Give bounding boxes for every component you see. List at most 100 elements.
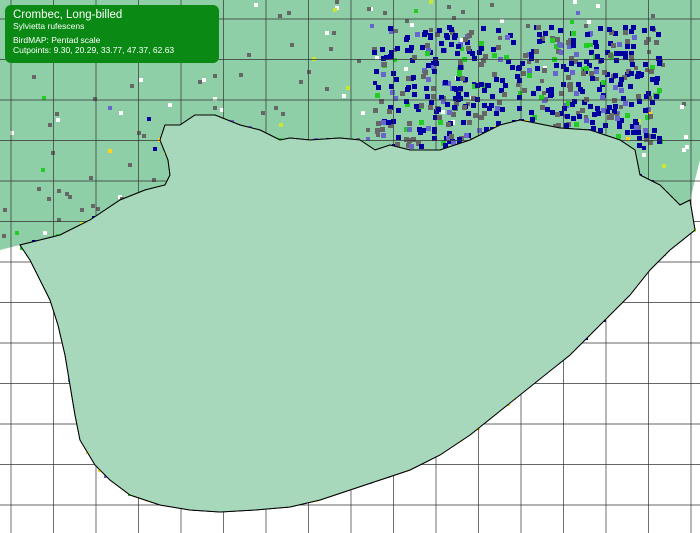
pentad-cell: [441, 110, 445, 114]
pentad-cell: [375, 93, 380, 98]
pentad-cell: [536, 86, 541, 91]
pentad-cell: [584, 118, 589, 123]
pentad-cell: [649, 69, 654, 74]
pentad-cell: [441, 48, 446, 53]
pentad-cell: [500, 107, 505, 112]
pentad-cell: [381, 120, 386, 125]
pentad-cell: [290, 43, 294, 47]
pentad-cell: [596, 4, 600, 8]
pentad-cell: [613, 104, 618, 109]
bird-distribution-map: Crombec, Long-billed Sylvietta rufescens…: [0, 0, 700, 533]
pentad-cell: [511, 40, 516, 45]
pentad-cell: [198, 80, 202, 84]
pentad-cell: [429, 100, 434, 105]
pentad-cell: [202, 78, 206, 82]
pentad-cell: [406, 76, 411, 81]
pentad-cell: [570, 20, 574, 24]
map-canvas: [0, 0, 700, 533]
pentad-cell: [539, 95, 544, 100]
pentad-cell: [629, 71, 634, 76]
pentad-cell: [261, 111, 265, 115]
pentad-cell: [254, 3, 258, 7]
pentad-cell: [128, 163, 132, 167]
pentad-cell: [152, 178, 156, 182]
pentad-cell: [426, 126, 431, 131]
pentad-cell: [498, 36, 502, 40]
pentad-cell: [411, 75, 416, 80]
pentad-cell: [540, 79, 544, 83]
pentad-cell: [449, 27, 454, 32]
pentad-cell: [654, 94, 659, 99]
pentad-cell: [494, 111, 499, 116]
pentad-cell: [472, 56, 477, 61]
pentad-cell: [444, 33, 449, 38]
pentad-cell: [529, 110, 534, 115]
pentad-cell: [680, 105, 684, 109]
pentad-cell: [57, 189, 61, 193]
pentad-cell: [449, 42, 454, 47]
pentad-cell: [374, 69, 379, 74]
pentad-cell: [329, 47, 333, 51]
pentad-cell: [278, 14, 282, 18]
pentad-cell: [425, 43, 430, 48]
pentad-cell: [307, 70, 311, 74]
pentad-cell: [684, 135, 688, 139]
pentad-cell: [108, 149, 112, 153]
pentad-cell: [438, 120, 443, 125]
pentad-cell: [449, 134, 454, 139]
pentad-cell: [466, 111, 471, 116]
pentad-cell: [491, 47, 496, 52]
pentad-cell: [2, 234, 6, 238]
pentad-cell: [381, 72, 386, 77]
pentad-cell: [629, 29, 634, 34]
pentad-cell: [630, 62, 635, 67]
pentad-cell: [418, 130, 423, 135]
pentad-cell: [654, 40, 659, 45]
pentad-cell: [570, 70, 575, 75]
pentad-cell: [342, 94, 346, 98]
pentad-cell: [500, 19, 504, 23]
pentad-cell: [414, 104, 419, 109]
pentad-cell: [597, 87, 602, 92]
pentad-cell: [574, 91, 579, 96]
pentad-cell: [482, 88, 487, 93]
pentad-cell: [395, 46, 400, 51]
pentad-cell: [299, 80, 303, 84]
pentad-cell: [380, 127, 385, 132]
pentad-cell: [526, 24, 530, 28]
pentad-cell: [576, 11, 580, 15]
pentad-cell: [279, 123, 283, 127]
pentad-cell: [623, 30, 628, 35]
pentad-cell: [643, 128, 648, 133]
pentad-cell: [657, 88, 662, 93]
pentad-cell: [93, 97, 97, 101]
pentad-cell: [590, 120, 595, 125]
pentad-cell: [281, 112, 285, 116]
pentad-cell: [636, 94, 641, 99]
pentad-cell: [577, 62, 582, 67]
pentad-cell: [373, 81, 377, 85]
pentad-cell: [462, 105, 467, 110]
pentad-cell: [414, 9, 418, 13]
pentad-cell: [447, 5, 451, 9]
pentad-cell: [617, 124, 622, 129]
pentad-cell: [581, 71, 586, 76]
pentad-cell: [137, 131, 141, 135]
pentad-cell: [585, 32, 590, 37]
pentad-cell: [490, 3, 494, 7]
pentad-cell: [479, 115, 484, 120]
pentad-cell: [43, 231, 47, 235]
pentad-cell: [470, 51, 475, 56]
pentad-cell: [502, 92, 507, 97]
pentad-cell: [617, 42, 622, 47]
pentad-cell: [625, 113, 630, 118]
pentad-cell: [372, 50, 377, 55]
pentad-cell: [542, 68, 547, 73]
pentad-cell: [632, 35, 637, 40]
pentad-cell: [625, 39, 630, 44]
pentad-cell: [565, 114, 570, 119]
pentad-cell: [516, 66, 521, 71]
pentad-cell: [400, 91, 405, 96]
pentad-cell: [443, 80, 448, 85]
pentad-cell: [247, 53, 251, 57]
